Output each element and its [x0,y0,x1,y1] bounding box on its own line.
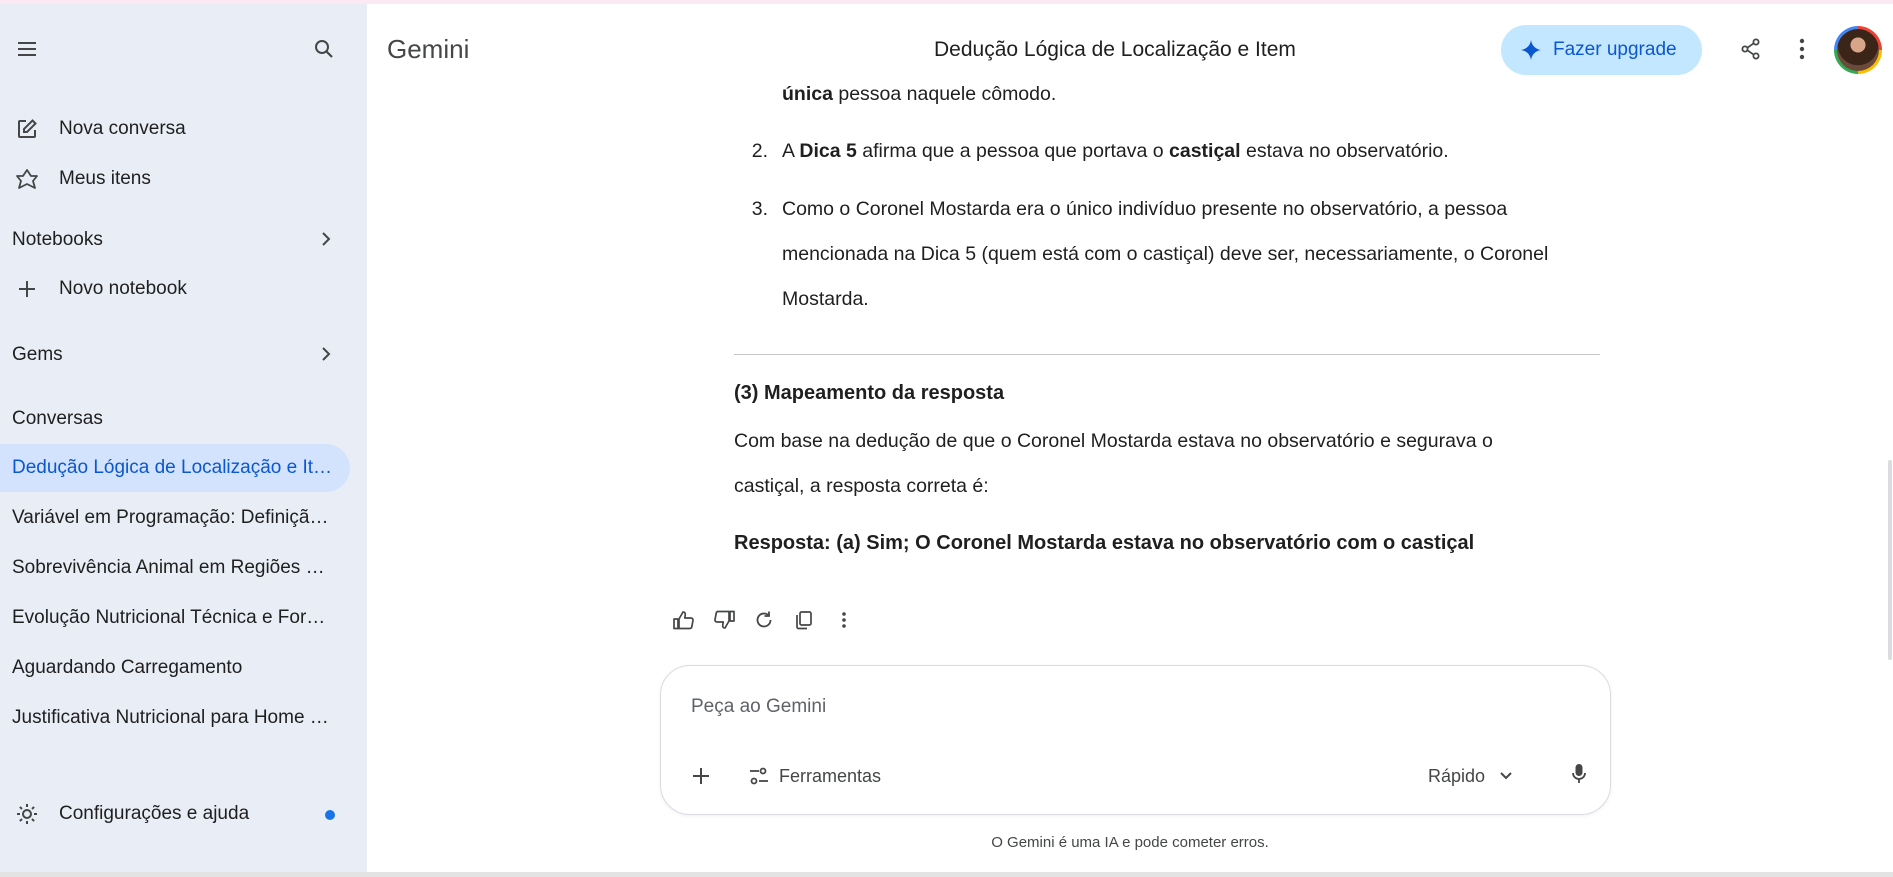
text: pessoa naquele cômodo. [832,83,1057,105]
divider [734,354,1600,355]
more-vert-icon[interactable] [1782,29,1822,69]
text: afirma que a pessoa que portava o [856,140,1170,162]
conversation-title: Aguardando Carregamento [12,657,243,678]
upgrade-label: Fazer upgrade [1553,39,1677,60]
settings-label: Configurações e ajuda [59,803,250,824]
tune-icon [749,767,769,785]
text: A [782,140,800,162]
more-vert-icon[interactable] [826,602,862,638]
settings-help-button[interactable]: Configurações e ajuda [0,792,367,836]
gem-icon [14,166,40,192]
new-notebook-label: Novo notebook [59,278,187,299]
conversation-item[interactable]: Aguardando Carregamento [0,644,350,692]
prompt-composer[interactable]: Peça ao Gemini Ferramentas Rápido [660,665,1611,815]
section-heading: (3) Mapeamento da resposta [734,382,1005,404]
gems-label: Gems [12,344,63,365]
bold-text: Dica 5 [799,140,857,162]
disclaimer: O Gemini é uma IA e pode cometer erros. [991,834,1269,851]
notebooks-section-header[interactable]: Notebooks [12,222,352,258]
new-chat-button[interactable]: Nova conversa [0,107,367,151]
conversation-title: Sobrevivência Animal em Regiões Gel... [12,557,334,578]
gems-section-header[interactable]: Gems [12,337,352,373]
conversation-item[interactable]: Evolução Nutricional Técnica e Formal [0,594,350,642]
list-item-line: mencionada na Dica 5 (quem está com o ca… [782,243,1549,265]
chevron-right-icon [320,230,332,254]
body-line: castiçal, a resposta correta é: [734,475,989,497]
thumb-up-icon[interactable] [666,602,702,638]
bold-text: castiçal [1169,140,1241,162]
plus-icon[interactable] [683,758,719,794]
new-chat-label: Nova conversa [59,118,186,139]
prompt-input[interactable]: Peça ao Gemini [691,696,826,718]
list-item-line: Como o Coronel Mostarda era o único indi… [782,198,1508,220]
chevron-right-icon [320,345,332,369]
new-notebook-button[interactable]: Novo notebook [0,267,367,311]
conversations-label: Conversas [12,408,103,429]
chevron-down-icon [1499,771,1513,781]
notification-dot [325,810,335,820]
list-item: A Dica 5 afirma que a pessoa que portava… [782,140,1449,163]
my-items-label: Meus itens [59,168,151,189]
conversation-title: Justificativa Nutricional para Home C... [12,707,334,728]
conversation-item-active[interactable]: Dedução Lógica de Localização e Item [0,444,350,492]
copy-icon[interactable] [786,602,822,638]
list-number: 2. [751,140,768,162]
menu-icon[interactable] [7,29,47,69]
search-icon[interactable] [304,29,344,69]
conversation-title: Evolução Nutricional Técnica e Formal [12,607,334,628]
conversation-item[interactable]: Sobrevivência Animal em Regiões Gel... [0,544,350,592]
app-title[interactable]: Gemini [387,34,469,65]
avatar-photo [1837,29,1879,71]
response-line: única pessoa naquele cômodo. [782,83,1056,106]
conversation-title: Dedução Lógica de Localização e Item [12,457,334,478]
upgrade-button[interactable]: Fazer upgrade [1501,25,1702,75]
conversation-item[interactable]: Variável em Programação: Definição ... [0,494,350,542]
mode-selector[interactable]: Rápido [1428,756,1513,796]
edit-icon [14,116,40,142]
bold-text: única [782,83,833,105]
chat-title: Dedução Lógica de Localização e Item [934,38,1296,61]
avatar[interactable] [1834,26,1882,74]
conversation-item[interactable]: Justificativa Nutricional para Home C... [0,694,350,742]
gear-icon [14,801,40,827]
mode-label: Rápido [1428,765,1486,786]
spark-icon [1521,40,1541,60]
refresh-icon[interactable] [746,602,782,638]
body-line: Com base na dedução de que o Coronel Mos… [734,430,1493,452]
share-icon[interactable] [1731,29,1771,69]
mic-icon[interactable] [1561,756,1597,792]
my-items-button[interactable]: Meus itens [0,157,367,201]
plus-icon [14,276,40,302]
list-number: 3. [751,198,768,220]
tools-label: Ferramentas [779,765,882,786]
conversations-section-header: Conversas [12,401,352,437]
list-item-line: Mostarda. [782,288,869,310]
scrollbar[interactable] [1888,460,1892,660]
text: estava no observatório. [1240,140,1449,162]
window-bottom-edge [0,872,1893,877]
sidebar: Nova conversa Meus itens Notebooks Novo … [0,4,367,877]
thumb-down-icon[interactable] [706,602,742,638]
notebooks-label: Notebooks [12,229,103,250]
conversation-title: Variável em Programação: Definição ... [12,507,334,528]
answer-line: Resposta: (a) Sim; O Coronel Mostarda es… [734,532,1475,554]
tools-button[interactable]: Ferramentas [749,756,881,796]
